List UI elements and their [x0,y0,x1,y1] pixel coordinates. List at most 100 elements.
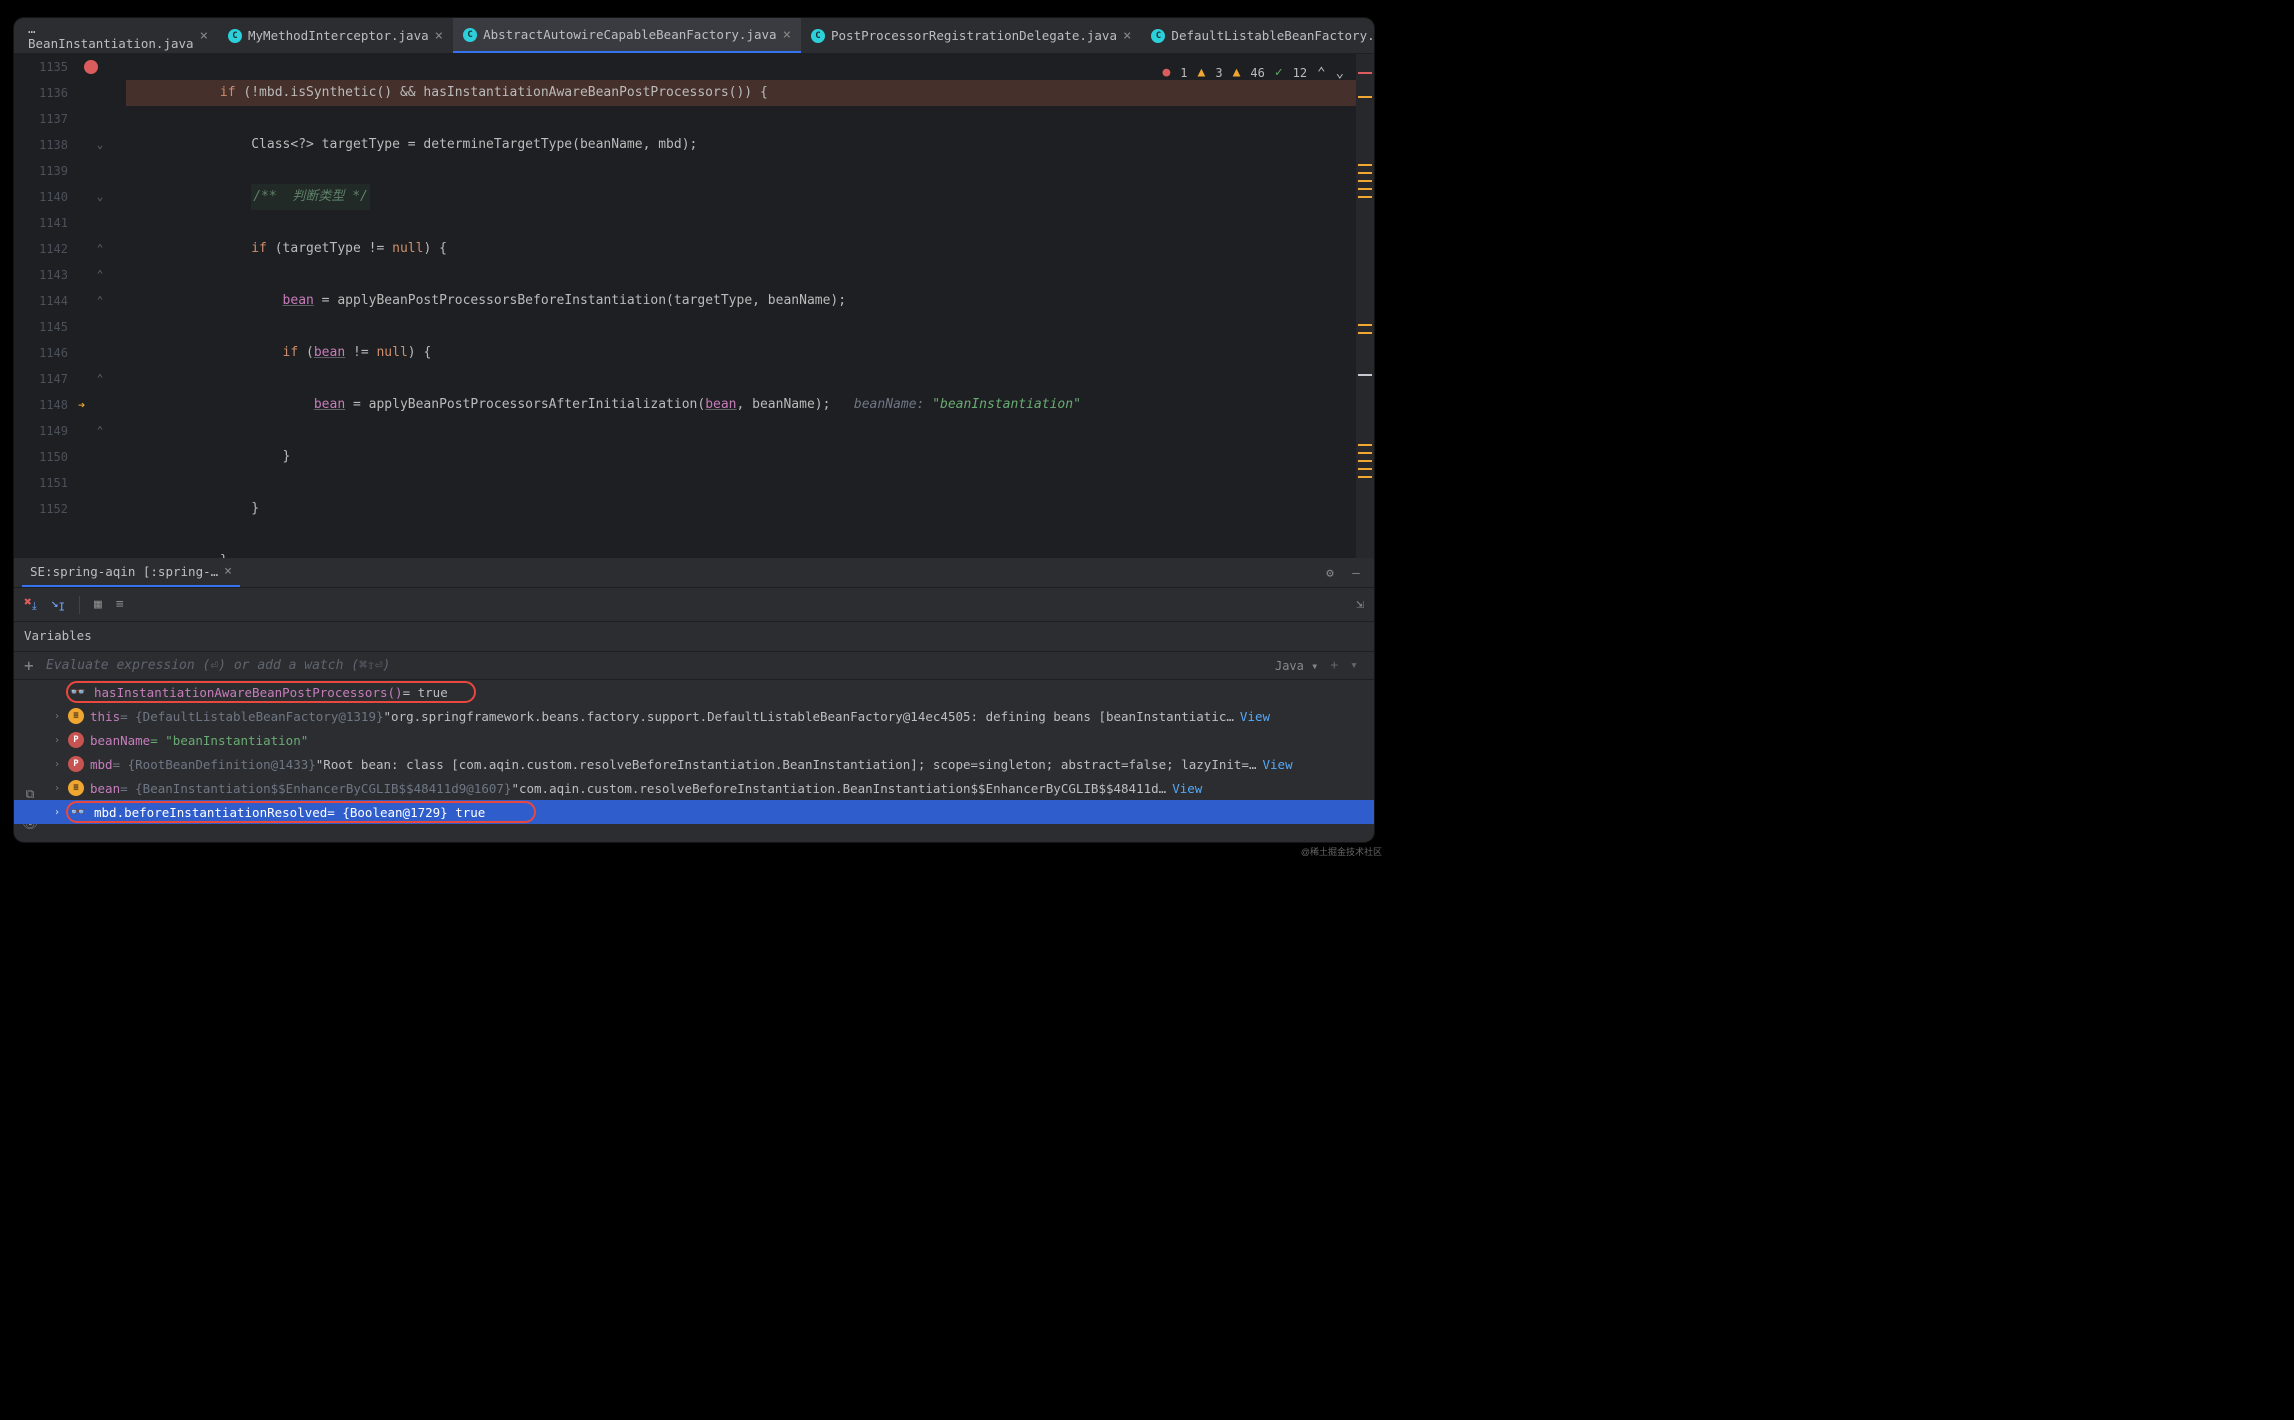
fold-end-icon[interactable]: ⌃ [78,236,122,262]
line-number: 1145 [14,314,68,340]
stop-watch-icon[interactable]: ✖⤓ [24,595,37,614]
var-name: beanName [90,733,150,748]
code-text: } [283,449,291,464]
chevron-up-icon[interactable]: ⌃ [1317,60,1325,86]
code-editor[interactable]: 1135 1136 1137 1138 1139 1140 1141 1142 … [14,54,1374,558]
view-link[interactable]: View [1263,757,1293,772]
debug-tab-right: ⚙ — [1322,565,1374,580]
variable-row[interactable]: 👓 hasInstantiationAwareBeanPostProcessor… [14,680,1374,704]
code-text: (targetType != [267,241,392,256]
separator [79,596,80,614]
tab-label: …BeanInstantiation.java [28,21,194,51]
fold-icon[interactable]: ⌄ [78,132,122,158]
tab-bean-instantiation[interactable]: …BeanInstantiation.java × [18,18,218,53]
expand-icon[interactable]: › [54,759,60,770]
line-number-gutter: 1135 1136 1137 1138 1139 1140 1141 1142 … [14,54,78,558]
var-value: = {Boolean@1729} true [327,805,485,820]
tab-abstract-autowire-factory[interactable]: C AbstractAutowireCapableBeanFactory.jav… [453,18,801,53]
close-icon[interactable]: × [224,564,232,579]
fold-end-icon[interactable]: ⌃ [78,366,122,392]
param-icon: P [68,732,84,748]
expand-icon[interactable]: ▾ [1344,658,1364,673]
code-text: ( [298,345,314,360]
view-link[interactable]: View [1172,781,1202,796]
watch-expression-input[interactable]: + Evaluate expression (⏎) or add a watch… [14,651,1374,680]
var-name: hasInstantiationAwareBeanPostProcessors(… [94,685,403,700]
error-count: 1 [1180,60,1187,86]
close-icon[interactable]: × [1123,28,1131,44]
close-icon[interactable]: × [435,28,443,44]
line-number: 1143 [14,262,68,288]
var-type: = {RootBeanDefinition@1433} [113,757,316,772]
tab-label: PostProcessorRegistrationDelegate.java [831,28,1117,43]
keyword: if [251,241,267,256]
inline-hint-value: "beanInstantiation" [932,397,1081,412]
line-number: 1146 [14,340,68,366]
fold-end-icon[interactable]: ⌃ [78,262,122,288]
code-area[interactable]: if (!mbd.isSynthetic() && hasInstantiati… [122,54,1374,558]
variable-row[interactable]: › P beanName = "beanInstantiation" [14,728,1374,752]
glasses-icon: 👓 [68,804,88,820]
debug-toolbar: ✖⤓ ↘I ▦ ≡ ⇲ [14,588,1374,622]
add-watch-icon[interactable]: + [1324,658,1344,673]
keyword: if [283,345,299,360]
line-number: 1136 [14,80,68,106]
plus-icon[interactable]: + [24,656,46,675]
ide-window: …BeanInstantiation.java × C MyMethodInte… [14,18,1374,842]
breakpoint-icon[interactable] [84,60,98,74]
expand-icon[interactable]: › [54,711,60,722]
line-number: 1148 [14,392,68,418]
line-number: 1144 [14,288,68,314]
close-icon[interactable]: × [783,27,791,43]
inspection-summary[interactable]: ●1 ▲3 ▲46 ✓12 ⌃ ⌄ [1162,60,1344,86]
ok-count: 12 [1293,60,1307,86]
expand-icon[interactable]: › [54,783,60,794]
warning-count-2: 46 [1250,60,1264,86]
class-icon: C [1151,29,1165,43]
execution-pointer-icon: ➔ [78,392,122,418]
var-type: = {DefaultListableBeanFactory@1319} [120,709,383,724]
debug-session-tab[interactable]: SE:spring-aqin [:spring-… × [22,558,240,587]
editor-minimap[interactable] [1356,54,1374,558]
debug-tab-bar: SE:spring-aqin [:spring-… × ⚙ — [14,558,1374,588]
tab-my-method-interceptor[interactable]: C MyMethodInterceptor.java × [218,18,453,53]
line-number: 1152 [14,496,68,522]
var-value: = "beanInstantiation" [150,733,308,748]
layout-icon[interactable]: ≡ [116,597,124,612]
minimize-icon[interactable]: — [1348,565,1364,580]
fold-end-icon[interactable]: ⌃ [78,418,122,444]
tab-label: DefaultListableBeanFactory.java [1171,28,1374,43]
warning-count-1: 3 [1215,60,1222,86]
grid-icon[interactable]: ▦ [94,597,102,612]
view-link[interactable]: View [1240,709,1270,724]
code-text: ) { [408,345,431,360]
variable-row-selected[interactable]: › 👓 mbd.beforeInstantiationResolved = {B… [14,800,1374,824]
gear-icon[interactable]: ⚙ [1322,565,1338,580]
expand-icon[interactable]: › [54,735,60,746]
field-icon: ≡ [68,708,84,724]
close-icon[interactable]: × [200,28,208,44]
var-value: "com.aqin.custom.resolveBeforeInstantiat… [511,781,1166,796]
variable-row[interactable]: › P mbd = {RootBeanDefinition@1433} "Roo… [14,752,1374,776]
fold-end-icon[interactable]: ⌃ [78,288,122,314]
variable-row[interactable]: › ≡ bean = {BeanInstantiation$$EnhancerB… [14,776,1374,800]
code-text: Class<?> targetType = determineTargetTyp… [251,137,697,152]
var-value: = true [403,685,448,700]
tab-default-listable-bean-factory[interactable]: C DefaultListableBeanFactory.java × [1141,18,1374,53]
tab-post-processor-delegate[interactable]: C PostProcessorRegistrationDelegate.java… [801,18,1141,53]
watermark: @稀土掘金技术社区 [1301,845,1382,858]
tab-label: MyMethodInterceptor.java [248,28,429,43]
export-icon[interactable]: ⇲ [1356,597,1364,612]
keyword: null [392,241,423,256]
variable-row[interactable]: › ≡ this = {DefaultListableBeanFactory@1… [14,704,1374,728]
expand-icon[interactable]: › [54,807,60,818]
chevron-down-icon[interactable]: ⌄ [1336,60,1344,86]
line-number: 1151 [14,470,68,496]
fold-icon[interactable]: ⌄ [78,184,122,210]
line-number: 1138 [14,132,68,158]
step-into-icon[interactable]: ↘I [51,596,65,614]
editor-tab-bar: …BeanInstantiation.java × C MyMethodInte… [14,18,1374,54]
toolbar-right: ⇲ [1356,597,1364,612]
language-selector[interactable]: Java ▾ [1275,659,1324,673]
inline-hint-name: beanName: [854,397,924,412]
